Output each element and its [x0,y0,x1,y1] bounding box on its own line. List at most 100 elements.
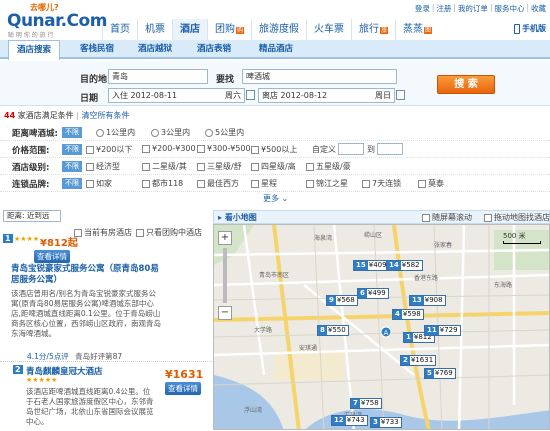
hotel-description: 该酒店曾用名/别名为青岛宝锐豪家式服务公寓(原青岛80易居服务公寓)啤酒城东部中… [11,289,161,338]
price-200-300[interactable]: ¥200-¥300 [142,144,196,153]
map-hotel-pin[interactable]: 6 ¥499 [357,288,389,299]
map-hotel-pin[interactable]: 4 ¥598 [392,309,424,320]
filter-price-any[interactable]: 不限 [62,144,82,155]
map-hotel-pin[interactable]: 13 ¥908 [409,295,446,306]
chain-motel[interactable]: 莫泰 [418,178,444,189]
sort-select[interactable]: 距离: 近到远 [3,210,61,222]
map-label: 海泉湾 [314,235,333,242]
landmark-input[interactable]: 啤酒城 [242,69,397,84]
map-hotel-pin[interactable]: 3 ¥733 [370,417,402,428]
map-drag-find[interactable]: 拖动地图找酒店 [484,212,550,223]
view-details-button[interactable]: 查看详情 [165,382,201,395]
tab-hotel-deals[interactable]: 酒店越狱 [138,40,172,59]
filter-level-any[interactable]: 不限 [62,161,82,172]
hotel-score-link[interactable]: 4.1分/5点评 [27,352,69,361]
map-follow-scroll[interactable]: 随屏幕滚动 [422,212,472,223]
level-5star[interactable]: 五星级/豪 [306,161,351,172]
nav-trains[interactable]: 火车票 [306,19,351,40]
filter-price-label: 价格范围: [12,146,50,156]
pin-price: ¥908 [424,296,443,304]
map-hotel-pin[interactable]: 9 ¥568 [326,295,358,306]
zoom-in-icon[interactable]: + [218,231,232,245]
my-orders-link[interactable]: 我的订单 [458,3,488,14]
tab-inns[interactable]: 客栈民宿 [80,40,114,59]
map-label: 香港东路 [414,275,439,282]
tab-hotel-sales[interactable]: 酒店表销 [197,40,231,59]
price-over-500[interactable]: ¥500以上 [251,144,297,155]
nav-vacation[interactable]: 旅游度假 [251,19,306,40]
nav-hotels[interactable]: 酒店 [172,19,207,40]
chain-jinjiang-label: 锦江之星 [316,179,348,188]
nav-photos[interactable]: 蒸蒸图 [395,19,439,40]
search-panel: 目的地 青岛 要找 啤酒城 日期 入住 2012-08-11 周六 离店 201… [0,61,550,106]
map-hotel-pin[interactable]: 11 ¥729 [424,325,461,336]
checkout-input[interactable]: 离店 2012-08-12 周日 [258,88,395,103]
price-max-input[interactable] [377,143,403,155]
chain-jinjiang[interactable]: 锦江之星 [306,178,348,189]
chain-bestwestern[interactable]: 最佳西方 [197,178,239,189]
chain-bestwestern-label: 最佳西方 [207,179,239,188]
chain-dushi118[interactable]: 都市118 [142,178,183,189]
map-hotel-pin[interactable]: 5 ¥769 [424,368,456,379]
price-300-500[interactable]: ¥300-¥500 [197,144,251,153]
map-hotel-pin[interactable]: 7 ¥758 [350,398,382,409]
view-details-button[interactable]: 查看详情 [34,250,70,263]
level-4star[interactable]: 四星级/高 [251,161,296,172]
map-zoom-control[interactable]: + − [218,231,232,321]
pin-number: 9 [327,296,336,305]
map-hotel-pin[interactable]: 15 ¥409 [353,260,390,271]
favorites-link[interactable]: 收藏 [531,3,546,14]
tab-hotel-search[interactable]: 酒店搜索 [8,40,61,60]
login-link[interactable]: 登录 [415,3,430,14]
hotel-name-link[interactable]: 青岛宝锐豪家式服务公寓（原青岛80易居服务公寓） [11,264,161,286]
result-count: 44 [4,111,16,120]
price-under-200[interactable]: ¥200以下 [86,144,132,155]
map-hotel-pin[interactable]: 12 ¥743 [331,415,368,426]
hotel-map[interactable]: A 500 米 + − 青岛市南区 崂山区 海泉湾 香港东路 东海路 安琪通 大… [213,224,550,430]
filter-distance-any[interactable]: 不限 [62,127,82,138]
chain-xingcheng[interactable]: 星程 [251,178,277,189]
more-filters-link[interactable]: 更多 ⌄ [263,193,288,204]
map-hotel-pin[interactable]: 14 ¥582 [386,260,423,271]
map-hotel-pin[interactable]: 8 ¥550 [317,325,349,336]
distance-5km[interactable]: 5公里内 [205,127,244,138]
chain-homeinn[interactable]: 如家 [86,178,112,189]
nav-travel[interactable]: 旅行旅 [351,19,395,40]
mobile-version-link[interactable]: 手机版 [514,23,546,34]
qunar-logo[interactable]: 去哪儿? Qunar.Com 聪 明 你 的 旅 行 [4,2,107,39]
tab-boutique[interactable]: 精品酒店 [259,40,293,59]
calendar-icon[interactable] [246,90,255,100]
search-button[interactable]: 搜 索 [437,75,495,94]
zoom-slider[interactable] [223,248,227,303]
main-nav: 首页 机票 酒店 团购购 旅游度假 火车票 旅行旅 蒸蒸图 [102,19,439,40]
pin-price: ¥582 [401,261,420,269]
pin-price: ¥769 [434,369,453,377]
calendar-icon[interactable] [396,90,405,100]
level-3star[interactable]: 三星级/舒 [197,161,242,172]
pin-number: 8 [318,326,327,335]
distance-1km[interactable]: 1公里内 [96,127,135,138]
chain-7days[interactable]: 7天连锁 [362,178,401,189]
distance-3km[interactable]: 3公里内 [151,127,190,138]
checkbox-icon [197,144,205,153]
zoom-out-icon[interactable]: − [218,306,232,320]
svg-text:A: A [384,329,389,337]
register-link[interactable]: 注册 [436,3,451,14]
nav-home[interactable]: 首页 [102,19,137,40]
map-title[interactable]: ▸ 看小地图 [218,212,257,223]
clear-conditions-link[interactable]: 清空所有条件 [81,111,129,120]
level-2star[interactable]: 二星级/其 [142,161,187,172]
level-economy[interactable]: 经济型 [86,161,120,172]
checkin-input[interactable]: 入住 2012-08-11 周六 [108,88,245,103]
hotel-review-rank: 青岛好评第87 [75,352,123,361]
service-center-link[interactable]: 服务中心 [494,3,524,14]
nav-photos-label: 蒸蒸 [403,24,424,35]
destination-input[interactable]: 青岛 [108,69,208,84]
nav-flights[interactable]: 机票 [137,19,172,40]
map-hotel-pin[interactable]: 2 ¥1631 [400,355,437,366]
filter-chain-any[interactable]: 不限 [62,178,82,189]
nav-groupbuy[interactable]: 团购购 [207,19,251,40]
filter-level: 酒店级别: 不限 经济型 二星级/其 三星级/舒 四星级/高 五星级/豪 [0,158,550,175]
price-min-input[interactable] [338,143,364,155]
map-label: 崂山区 [364,232,383,239]
